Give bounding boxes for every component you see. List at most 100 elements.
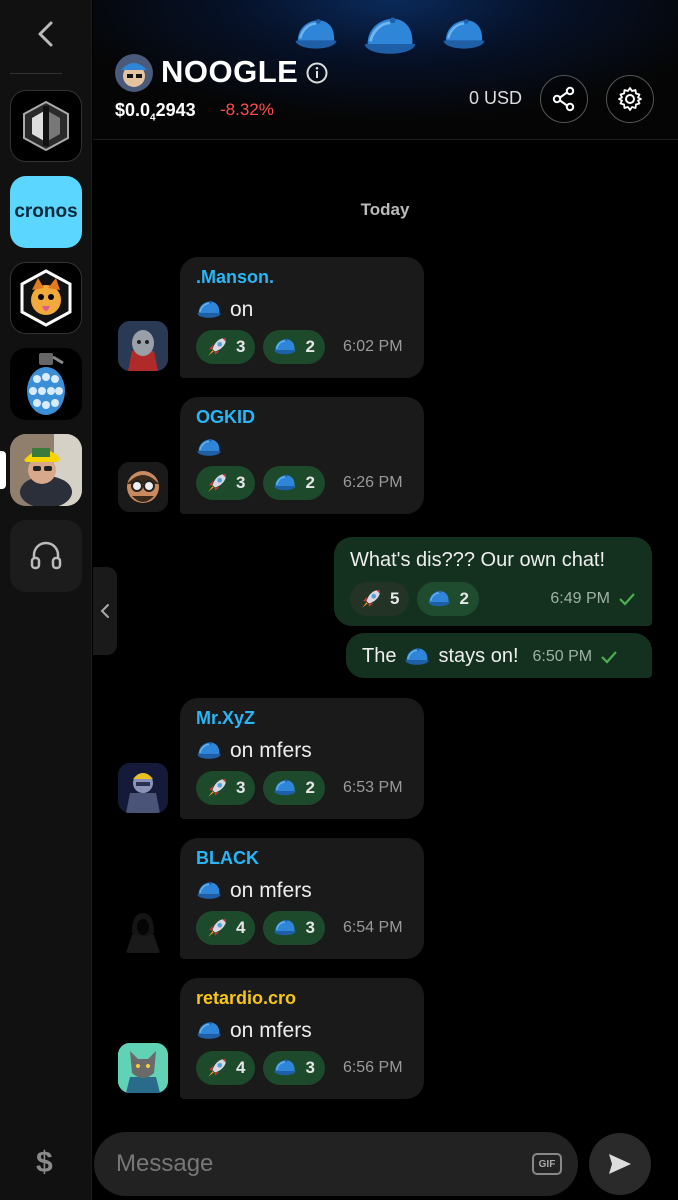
- reaction-cap[interactable]: 2: [417, 582, 479, 616]
- cap-emoji: [273, 1059, 297, 1077]
- reaction-count: 3: [236, 778, 246, 797]
- avatar[interactable]: [118, 462, 168, 512]
- sender-name[interactable]: BLACK: [196, 848, 408, 869]
- message-time: 6:56 PM: [342, 1059, 403, 1076]
- gif-button[interactable]: GIF: [532, 1153, 562, 1175]
- avatar[interactable]: [118, 1043, 168, 1093]
- message-text-content: on mfers: [230, 879, 312, 902]
- avatar[interactable]: [118, 321, 168, 371]
- message-bubble[interactable]: BLACK on mfers 4 3 6:54 PM: [180, 838, 424, 959]
- rocket-emoji: [206, 336, 228, 358]
- message-text-after: stays on!: [438, 645, 519, 667]
- sender-name[interactable]: retardio.cro: [196, 988, 408, 1009]
- sidebar-item-noogle[interactable]: [10, 434, 82, 506]
- share-button[interactable]: [540, 75, 588, 123]
- sidebar-item-support[interactable]: [10, 520, 82, 592]
- sidebar-divider: [10, 73, 62, 74]
- back-button[interactable]: [30, 18, 62, 50]
- reaction-count: 3: [305, 918, 315, 937]
- reaction-rocket[interactable]: 4: [196, 911, 256, 945]
- collapse-chevron-icon: [100, 604, 109, 618]
- rocket-emoji: [206, 917, 228, 939]
- sidebar-item-grenade-coin[interactable]: [10, 348, 82, 420]
- reaction-cap[interactable]: 2: [263, 466, 325, 500]
- reaction-cap[interactable]: 3: [263, 1051, 325, 1085]
- gear-icon: [618, 87, 642, 111]
- message-composer: GIF: [94, 1132, 578, 1196]
- reaction-cap[interactable]: 2: [263, 330, 325, 364]
- cap-emoji: [196, 438, 222, 458]
- reaction-count: 2: [305, 337, 315, 356]
- collapse-sidebar-tab[interactable]: [93, 567, 117, 655]
- reaction-cap[interactable]: 2: [263, 771, 325, 805]
- chat-header: NOOGLE $0.042943 -8.32% 0 USD: [93, 0, 678, 140]
- message-bubble[interactable]: Mr.XyZ on mfers 3 2 6:53 PM: [180, 698, 424, 819]
- cap-icon: [361, 16, 419, 58]
- message-bubble[interactable]: .Manson. on 3 2 6:02 PM: [180, 257, 424, 378]
- message-time: 6:49 PM: [550, 590, 610, 607]
- reaction-count: 4: [236, 1058, 246, 1077]
- message-text-content: on mfers: [230, 739, 312, 762]
- message-text: on mfers: [196, 879, 408, 903]
- wallet-dollar-button[interactable]: $: [36, 1146, 53, 1180]
- rocket-emoji: [206, 472, 228, 494]
- share-icon: [552, 86, 575, 112]
- message-text: on: [196, 298, 408, 322]
- settings-button[interactable]: [606, 75, 654, 123]
- message-text: on mfers: [196, 1019, 408, 1043]
- reaction-rocket[interactable]: 5: [350, 582, 410, 616]
- sender-name[interactable]: Mr.XyZ: [196, 708, 408, 729]
- reaction-count: 5: [390, 589, 400, 608]
- own-message-bubble[interactable]: The stays on! 6:50 PM: [346, 633, 652, 678]
- cap-emoji: [196, 1021, 222, 1041]
- rocket-emoji: [360, 588, 382, 610]
- token-avatar: [115, 54, 153, 92]
- own-message-bubble[interactable]: What's dis??? Our own chat! 5 2 6:49 PM: [334, 537, 652, 626]
- cap-emoji: [196, 741, 222, 761]
- message-text-content: on: [230, 298, 254, 321]
- message-time: 6:26 PM: [342, 474, 403, 491]
- message-time: 6:02 PM: [342, 338, 403, 355]
- message-text: on mfers: [196, 739, 408, 763]
- back-icon: [38, 21, 53, 47]
- avatar[interactable]: [118, 903, 168, 953]
- reaction-rocket[interactable]: 3: [196, 771, 256, 805]
- price-change: -8.32%: [220, 100, 274, 119]
- reaction-rocket[interactable]: 4: [196, 1051, 256, 1085]
- reaction-count: 3: [236, 337, 246, 356]
- avatar[interactable]: [118, 763, 168, 813]
- message-bubble[interactable]: retardio.cro on mfers 4 3 6:56 PM: [180, 978, 424, 1099]
- sender-name[interactable]: .Manson.: [196, 267, 408, 288]
- reaction-cap[interactable]: 3: [263, 911, 325, 945]
- cap-emoji: [273, 919, 297, 937]
- cap-emoji: [196, 881, 222, 901]
- send-icon: [609, 1154, 631, 1174]
- rocket-emoji: [206, 777, 228, 799]
- cap-emoji: [196, 300, 222, 320]
- message-time: 6:54 PM: [342, 919, 403, 936]
- reaction-count: 2: [305, 778, 315, 797]
- price-suffix: 2943: [155, 100, 196, 120]
- sidebar-item-crypto-logo[interactable]: [10, 90, 82, 162]
- crypto-logo-icon: [23, 100, 69, 152]
- info-icon[interactable]: [306, 62, 328, 84]
- reaction-rocket[interactable]: 3: [196, 330, 256, 364]
- balance-usd: 0 USD: [469, 88, 523, 108]
- message-time: 6:50 PM: [532, 647, 593, 665]
- sender-name[interactable]: OGKID: [196, 407, 408, 428]
- message-input[interactable]: [116, 1146, 516, 1182]
- reaction-count: 3: [236, 473, 246, 492]
- cap-emoji: [427, 590, 451, 608]
- send-button[interactable]: [589, 1133, 651, 1195]
- reaction-count: 3: [305, 1058, 315, 1077]
- cap-emoji: [404, 647, 430, 667]
- message-bubble[interactable]: OGKID 3 2 6:26 PM: [180, 397, 424, 514]
- cap-emoji: [273, 779, 297, 797]
- reaction-rocket[interactable]: 3: [196, 466, 256, 500]
- message-text-before: The: [362, 645, 397, 667]
- sidebar-item-dog-coin[interactable]: [10, 262, 82, 334]
- cap-emoji: [273, 338, 297, 356]
- cap-decoration: [293, 18, 487, 58]
- reaction-count: 2: [459, 589, 469, 608]
- grenade-icon: [27, 353, 65, 415]
